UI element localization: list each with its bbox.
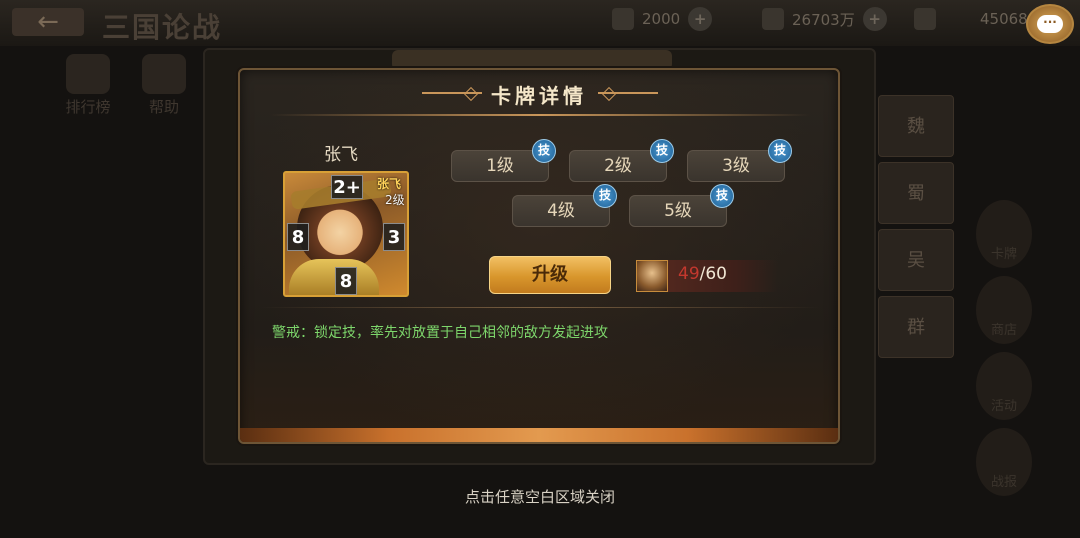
skill-badge-icon: 技 [710,184,734,208]
skill-badge-icon: 技 [768,139,792,163]
tab-qun[interactable]: 群 [878,296,954,358]
resource-ingot: 45068 [914,6,1028,32]
ingot-icon [914,8,936,30]
stat-top: 2+ [331,175,363,199]
shop-menu-button[interactable]: 商店 [976,276,1032,344]
resource-stamina: 2000 + [612,6,713,32]
modal-title: 卡牌详情 [491,84,587,108]
level-2-button[interactable]: 2级 技 [569,139,674,182]
shard-total: /60 [699,264,727,284]
level-label: 2级 [604,156,632,176]
card-label-name: 张飞 [377,177,402,191]
card-name: 张飞 [324,145,358,165]
level-label: 3级 [722,156,750,176]
menu-label: 排行榜 [65,98,111,116]
right-menu: 卡牌 商店 活动 战报 [976,200,1040,504]
level-4-button[interactable]: 4级 技 [512,184,617,227]
stamina-icon [612,8,634,30]
cards-menu-button[interactable]: 卡牌 [976,200,1032,268]
level-3-button[interactable]: 3级 技 [687,139,792,182]
skill-badge-icon: 技 [650,139,674,163]
skill-badge-icon: 技 [532,139,556,163]
help-button[interactable]: 帮助 [136,54,192,117]
stat-right: 3 [383,223,405,251]
header-divider [270,114,810,116]
skill-badge-icon: 技 [593,184,617,208]
hero-shard-icon [636,260,668,292]
resource-value: 2000 [642,10,681,28]
tab-shu[interactable]: 蜀 [878,162,954,224]
hero-card[interactable]: 2+ 8 3 8 张飞 2级 [283,171,409,297]
resource-value: 45068 [980,10,1028,28]
resource-coin: 26703万 + [762,6,887,32]
level-1-button[interactable]: 1级 技 [451,139,556,182]
chat-button[interactable]: ··· [1026,4,1074,44]
leaderboard-icon [66,54,110,94]
menu-label: 帮助 [148,98,179,116]
page-title: 三国论战 [102,11,223,44]
back-arrow-icon: ← [37,7,59,37]
tab-wu[interactable]: 吴 [878,229,954,291]
card-label-level: 2级 [385,193,405,207]
leaderboard-button[interactable]: 排行榜 [60,54,116,117]
hero-armor [289,259,379,295]
back-button[interactable]: ← [12,8,84,36]
add-coin-button[interactable]: + [862,7,887,31]
level-5-button[interactable]: 5级 技 [629,184,734,227]
modal-header: 卡牌详情 [240,70,838,116]
modal-bottom-trim [240,428,838,442]
card-list-title-bar [392,50,672,70]
coin-icon [762,8,784,30]
level-label: 5级 [664,201,692,221]
close-hint: 点击任意空白区域关闭 [464,488,615,506]
upgrade-button[interactable]: 升级 [489,256,611,294]
card-shard-progress: 49/60 [636,260,778,292]
resource-value: 26703万 [792,10,855,29]
stat-bottom: 8 [335,267,357,295]
content-divider [260,307,820,308]
stat-left: 8 [287,223,309,251]
level-label: 1级 [486,156,514,176]
shard-count: 49/60 [678,264,727,284]
event-menu-button[interactable]: 活动 [976,352,1032,420]
chat-icon: ··· [1037,15,1063,33]
level-label: 4级 [547,201,575,221]
tab-wei[interactable]: 魏 [878,95,954,157]
ornament-right-icon [598,90,658,96]
skill-description: 警戒：锁定技，率先对放置于自己相邻的敌方发起进攻 [272,325,608,341]
add-stamina-button[interactable]: + [688,7,713,31]
card-detail-modal: 卡牌详情 张飞 2+ 8 3 8 张飞 2级 1级 技 2级 技 3级 技 4级… [238,68,840,444]
shard-current: 49 [678,264,700,284]
left-menu: 排行榜 帮助 [60,54,192,117]
faction-tabs: 魏 蜀 吴 群 [878,95,954,363]
help-icon [142,54,186,94]
